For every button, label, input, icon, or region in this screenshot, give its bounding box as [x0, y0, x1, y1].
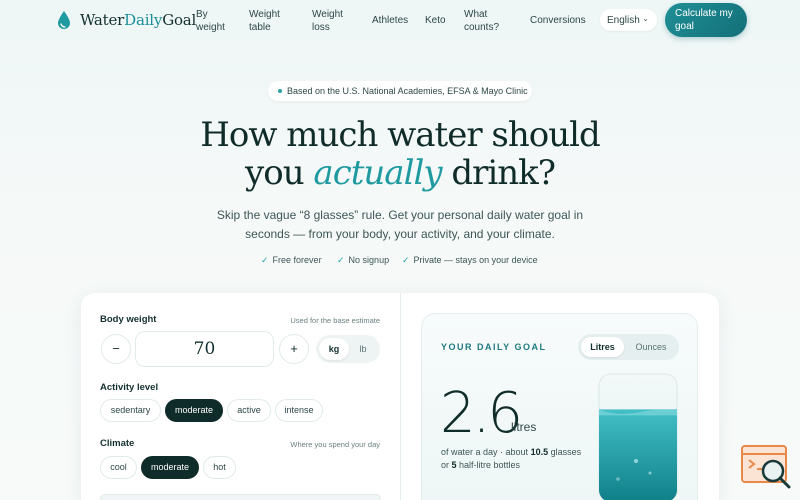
nav-link-what-counts[interactable]: What counts? — [464, 8, 506, 34]
nav-link-conversions[interactable]: Conversions — [530, 14, 586, 27]
chevron-down-icon: ⌄ — [642, 14, 649, 23]
weight-increase-button[interactable]: + — [279, 334, 309, 364]
bubble — [616, 477, 620, 481]
goal-unit-toggle: Litres Ounces — [578, 334, 679, 360]
card-divider — [400, 293, 401, 500]
chat-search-icon[interactable] — [740, 444, 792, 490]
bubble — [648, 471, 652, 475]
climate-hint: Where you spend your day — [290, 440, 380, 449]
water-glass-illustration — [598, 373, 678, 500]
glasses-count: 10.5 — [530, 447, 549, 457]
feature-check-signup: ✓ No signup — [337, 255, 390, 265]
daily-goal-unit: litres — [511, 420, 537, 434]
goal-unit-litres[interactable]: Litres — [581, 337, 624, 357]
daily-goal-value: 2.6 — [440, 381, 523, 446]
feature-check-free: ✓ Free forever — [261, 255, 322, 265]
activity-option-moderate[interactable]: moderate — [165, 399, 223, 422]
nav-link-weight-loss[interactable]: Weight loss — [312, 8, 352, 34]
weight-unit-toggle: kg lb — [316, 335, 380, 363]
check-icon: ✓ — [261, 255, 269, 265]
check-icon: ✓ — [402, 255, 410, 265]
climate-label: Climate — [100, 438, 135, 449]
climate-option-moderate[interactable]: moderate — [141, 456, 199, 479]
body-weight-hint: Used for the base estimate — [290, 316, 380, 325]
daily-goal-description: of water a day · about 10.5 glasses or 5… — [441, 447, 582, 470]
goal-unit-ounces[interactable]: Ounces — [626, 337, 676, 357]
source-badge-text: Based on the U.S. National Academies, EF… — [287, 86, 528, 96]
headline-emphasis: actually — [313, 153, 442, 193]
page-subtitle: Skip the vague “8 glasses” rule. Get you… — [216, 208, 584, 241]
water-fill — [599, 409, 677, 500]
feature-checks: ✓ Free forever ✓ No signup ✓ Private — stay… — [0, 255, 800, 269]
unit-kg-option[interactable]: kg — [319, 338, 349, 360]
page-title: How much water should you actually drink… — [200, 115, 600, 193]
calculate-goal-button[interactable]: Calculate my goal — [665, 3, 747, 37]
next-field-partial[interactable] — [100, 494, 381, 500]
activity-option-sedentary[interactable]: sedentary — [100, 399, 161, 422]
bubble — [634, 459, 638, 463]
feature-check-private: ✓ Private — stays on your device — [402, 255, 538, 265]
daily-goal-title: YOUR DAILY GOAL — [441, 342, 547, 352]
activity-option-intense[interactable]: intense — [275, 399, 323, 422]
weight-input[interactable]: 70 — [135, 331, 274, 367]
climate-option-hot[interactable]: hot — [203, 456, 236, 479]
body-weight-label: Body weight — [100, 314, 157, 325]
activity-option-active[interactable]: active — [227, 399, 271, 422]
source-badge: Based on the U.S. National Academies, EF… — [268, 81, 532, 101]
language-select[interactable]: English ⌄ — [600, 9, 657, 31]
brand-name: WaterDailyGoal — [80, 11, 197, 29]
check-icon: ✓ — [337, 255, 345, 265]
top-nav: WaterDailyGoal By weight Weight table We… — [0, 0, 800, 40]
nav-link-weight-table[interactable]: Weight table — [249, 8, 289, 34]
language-label: English — [607, 14, 640, 26]
badge-dot-icon — [278, 89, 282, 93]
nav-link-by-weight[interactable]: By weight — [196, 8, 236, 34]
weight-decrease-button[interactable]: − — [101, 334, 131, 364]
activity-level-label: Activity level — [100, 382, 159, 393]
water-drop-icon — [58, 11, 70, 29]
unit-lb-option[interactable]: lb — [349, 338, 377, 360]
brand-logo[interactable]: WaterDailyGoal — [56, 10, 196, 30]
nav-link-keto[interactable]: Keto — [425, 14, 446, 27]
climate-option-cool[interactable]: cool — [100, 456, 137, 479]
nav-link-athletes[interactable]: Athletes — [372, 14, 408, 27]
